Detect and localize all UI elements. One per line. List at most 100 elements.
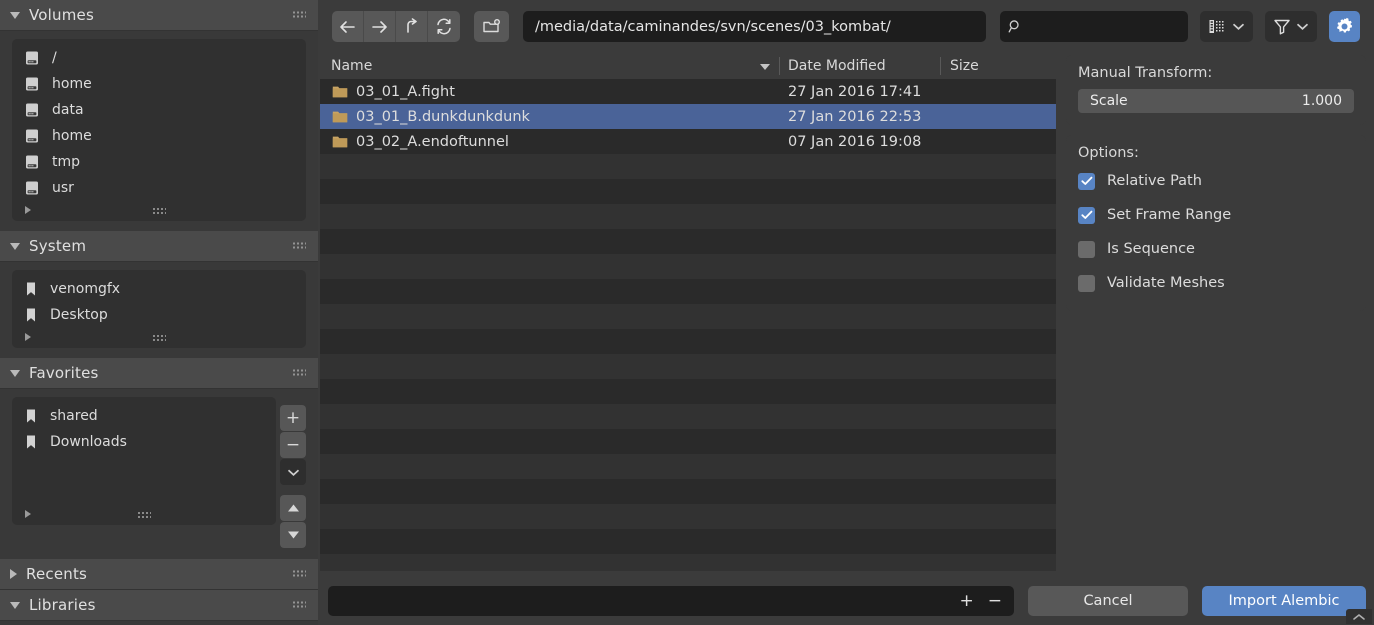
refresh-button[interactable] (428, 11, 460, 42)
move-favorite-up-button[interactable] (280, 495, 306, 521)
checkmark-icon (1080, 210, 1092, 219)
filename-input[interactable]: + − (328, 585, 1014, 616)
column-divider[interactable] (940, 57, 941, 75)
arrow-right-icon (372, 20, 387, 33)
list-item[interactable]: tmp (12, 149, 306, 175)
bottom-bar: + − Cancel Import Alembic (320, 576, 1374, 625)
drag-grip-icon[interactable] (292, 600, 306, 610)
empty-row (320, 179, 1056, 204)
scale-slider[interactable]: Scale 1.000 (1078, 89, 1354, 113)
system-resize-footer[interactable] (12, 328, 306, 348)
move-favorite-down-button[interactable] (280, 522, 306, 548)
file-name-cell: 03_02_A.endoftunnel (332, 134, 509, 150)
search-field-input[interactable] (1028, 18, 1180, 35)
file-name-cell: 03_01_A.fight (332, 84, 455, 100)
table-row[interactable]: 03_01_B.dunkdunkdunk 27 Jan 2016 22:53 (320, 104, 1056, 129)
scale-label: Scale (1090, 93, 1128, 109)
checkbox-unchecked-icon[interactable] (1078, 274, 1095, 292)
toolbar: /media/data/caminandes/svn/scenes/03_kom… (318, 0, 1374, 53)
resize-corner-widget[interactable] (1346, 609, 1372, 624)
sidebar-section-recents-header[interactable]: Recents (0, 559, 318, 590)
sidebar-section-favorites-header[interactable]: Favorites (0, 358, 318, 389)
column-header-size[interactable]: Size (950, 58, 979, 74)
checkbox-checked-icon[interactable] (1078, 206, 1095, 224)
column-header-name[interactable]: Name (331, 58, 372, 74)
settings-button[interactable] (1329, 11, 1360, 42)
list-item-label: shared (50, 408, 98, 424)
volumes-resize-footer[interactable] (12, 201, 306, 221)
sidebar-section-title: Libraries (29, 596, 96, 614)
list-item[interactable]: usr (12, 175, 306, 201)
remove-button[interactable]: − (988, 591, 1002, 611)
list-item[interactable]: home (12, 123, 306, 149)
resize-grip-icon[interactable] (152, 207, 166, 216)
option-label: Relative Path (1107, 173, 1202, 189)
option-relative-path[interactable]: Relative Path (1078, 167, 1354, 195)
sidebar-section-volumes-header[interactable]: Volumes (0, 0, 318, 31)
sidebar-section-system-header[interactable]: System (0, 231, 318, 262)
favorite-menu-button[interactable] (280, 459, 306, 485)
chevron-right-icon (25, 206, 31, 214)
drag-grip-icon[interactable] (292, 569, 306, 579)
filter-dropdown[interactable] (1265, 11, 1317, 42)
chevron-down-icon (10, 369, 20, 377)
remove-favorite-button[interactable]: − (280, 432, 306, 458)
back-button[interactable] (332, 11, 364, 42)
import-alembic-button[interactable]: Import Alembic (1202, 585, 1366, 616)
sidebar-section-title: System (29, 237, 87, 255)
empty-row (320, 254, 1056, 279)
drive-icon (26, 103, 38, 117)
filter-funnel-icon (1274, 19, 1290, 35)
list-item-label: home (52, 128, 92, 144)
checkbox-unchecked-icon[interactable] (1078, 240, 1095, 258)
column-divider[interactable] (779, 57, 780, 75)
list-item[interactable]: venomgfx (12, 276, 306, 302)
drag-grip-icon[interactable] (292, 241, 306, 251)
table-row[interactable]: 03_01_A.fight 27 Jan 2016 17:41 (320, 79, 1056, 104)
drag-grip-icon[interactable] (292, 368, 306, 378)
sort-descending-icon[interactable] (760, 64, 770, 70)
search-input[interactable] (1000, 11, 1188, 42)
list-item[interactable]: data (12, 97, 306, 123)
empty-row (320, 229, 1056, 254)
column-header-date-modified[interactable]: Date Modified (788, 58, 886, 74)
drive-icon (26, 77, 38, 91)
forward-button[interactable] (364, 11, 396, 42)
sidebar-section-libraries-header[interactable]: Libraries (0, 590, 318, 621)
bookmark-icon (27, 435, 35, 449)
parent-directory-button[interactable] (396, 11, 428, 42)
table-row[interactable]: 03_02_A.endoftunnel 07 Jan 2016 19:08 (320, 129, 1056, 154)
list-item[interactable]: / (12, 45, 306, 71)
list-item[interactable]: Downloads (12, 429, 276, 455)
option-validate-meshes[interactable]: Validate Meshes (1078, 269, 1354, 297)
chevron-down-icon (1232, 23, 1245, 30)
empty-row (320, 429, 1056, 454)
add-button[interactable]: + (960, 591, 974, 611)
list-item[interactable]: Desktop (12, 302, 306, 328)
bookmark-icon (27, 282, 35, 296)
chevron-right-icon (25, 510, 31, 518)
empty-row (320, 554, 1056, 571)
option-is-sequence[interactable]: Is Sequence (1078, 235, 1354, 263)
chevron-right-icon (10, 569, 17, 579)
option-label: Is Sequence (1107, 241, 1195, 257)
option-set-frame-range[interactable]: Set Frame Range (1078, 201, 1354, 229)
new-folder-button[interactable] (474, 11, 509, 42)
list-item[interactable]: home (12, 71, 306, 97)
checkbox-checked-icon[interactable] (1078, 172, 1095, 190)
search-icon (1008, 20, 1019, 33)
list-item[interactable]: shared (12, 403, 276, 429)
drive-icon (26, 129, 38, 143)
path-input[interactable]: /media/data/caminandes/svn/scenes/03_kom… (523, 11, 986, 42)
resize-grip-icon[interactable] (152, 334, 166, 343)
drag-grip-icon[interactable] (292, 10, 306, 20)
display-mode-dropdown[interactable] (1200, 11, 1253, 42)
empty-row (320, 154, 1056, 179)
resize-grip-icon[interactable] (137, 511, 151, 520)
option-label: Validate Meshes (1107, 275, 1225, 291)
favorites-resize-footer[interactable] (12, 505, 276, 525)
add-favorite-button[interactable]: + (280, 405, 306, 431)
list-item-label: Downloads (50, 434, 127, 450)
cancel-button[interactable]: Cancel (1028, 585, 1188, 616)
empty-row (320, 379, 1056, 404)
